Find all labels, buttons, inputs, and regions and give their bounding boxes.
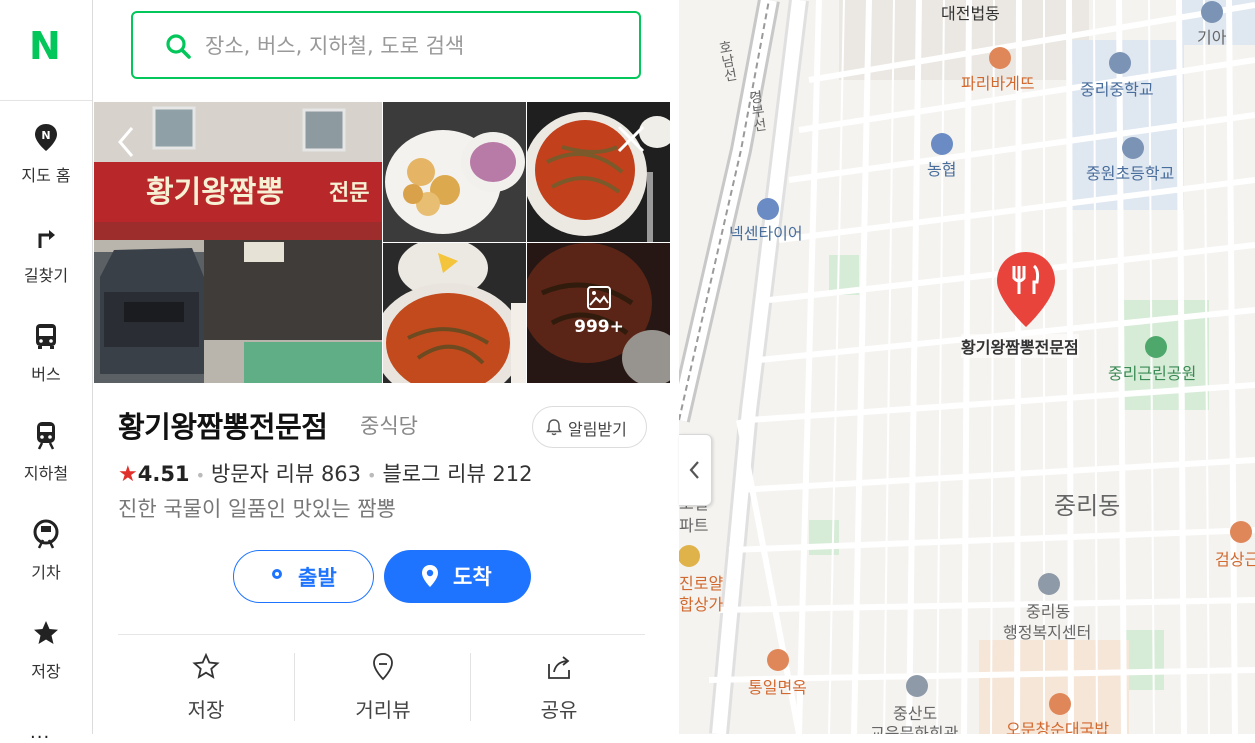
chevron-left-icon[interactable] — [110, 122, 140, 162]
bell-icon — [546, 419, 562, 436]
search-input[interactable] — [203, 27, 617, 65]
star-outline-icon — [192, 652, 220, 679]
place-panel: 황기왕짬뽕 전문 — [93, 0, 679, 734]
street-view-label: 거리뷰 — [355, 698, 411, 722]
place-category: 중식당 — [360, 414, 418, 438]
arrive-button[interactable]: 도착 — [384, 550, 531, 603]
image-icon — [587, 286, 611, 310]
left-rail: N N 지도 홈 길찾기 버스 지하철 기차 저장 ... — [0, 0, 93, 743]
map-label[interactable]: 행정복지센터 — [1003, 619, 1091, 643]
more-photos-overlay[interactable]: 999+ — [527, 242, 670, 382]
rail-label: 지도 홈 — [21, 166, 71, 185]
map-label[interactable]: 교육문화회관 — [870, 720, 958, 734]
food-photo[interactable] — [383, 102, 526, 242]
more-icon[interactable]: ... — [30, 722, 50, 743]
share-label: 공유 — [540, 698, 578, 722]
origin-dot-icon — [272, 569, 282, 579]
collapse-panel-button[interactable] — [679, 434, 712, 506]
place-title: 황기왕짬뽕전문점 — [118, 410, 328, 444]
food-photo[interactable] — [383, 243, 526, 383]
location-pin-icon — [422, 565, 438, 587]
rail-label: 버스 — [31, 365, 61, 384]
search-box[interactable] — [131, 11, 641, 79]
alert-button[interactable]: 알림받기 — [532, 406, 647, 448]
map-label: 합상가 — [679, 595, 724, 614]
map-label[interactable]: 농협 — [927, 156, 956, 180]
map-label[interactable]: 중리중학교 — [1080, 76, 1154, 100]
rating-row: ★4.51 • 방문자 리뷰 863 • 블로그 리뷰 212 — [118, 462, 533, 487]
rail-label: 길찾기 — [23, 266, 69, 285]
map-label: 기아 — [1197, 28, 1227, 47]
subway-icon — [37, 422, 55, 450]
rail-item-saved[interactable]: 저장 — [0, 618, 92, 708]
blog-reviews-link[interactable]: 블로그 리뷰 212 — [382, 462, 532, 486]
rail-label: 저장 — [31, 662, 61, 681]
search-icon — [166, 34, 191, 59]
photo-gallery[interactable]: 황기왕짬뽕 전문 999+ — [94, 102, 670, 383]
naver-logo[interactable]: N — [0, 0, 92, 101]
rail-item-map-home[interactable]: N 지도 홈 — [0, 122, 92, 212]
save-button[interactable]: 저장 — [118, 652, 294, 732]
rail-item-directions[interactable]: 길찾기 — [0, 222, 92, 312]
food-photo[interactable] — [527, 102, 670, 242]
directions-icon — [38, 230, 55, 248]
map-label[interactable]: 중원초등학교 — [1086, 160, 1174, 184]
svg-text:N: N — [41, 129, 50, 142]
street-view-icon — [373, 653, 393, 681]
map-home-icon: N — [35, 124, 57, 151]
visitor-reviews-link[interactable]: 방문자 리뷰 863 — [211, 462, 361, 486]
start-label: 출발 — [298, 566, 337, 590]
rail-item-train[interactable]: 기차 — [0, 519, 92, 609]
train-icon — [33, 519, 59, 549]
rating-score: 4.51 — [137, 462, 190, 486]
divider — [118, 634, 645, 635]
photo-count: 999+ — [574, 317, 624, 337]
rail-label: 기차 — [31, 563, 61, 582]
place-description: 진한 국물이 일품인 맛있는 짬뽕 — [118, 497, 396, 521]
svg-text:황기왕짬뽕: 황기왕짬뽕 — [146, 175, 284, 210]
svg-text:전문: 전문 — [329, 181, 369, 206]
street-view-button[interactable]: 거리뷰 — [295, 652, 471, 732]
start-button[interactable]: 출발 — [233, 550, 374, 603]
map-label[interactable]: 검상근 — [1215, 546, 1255, 570]
close-icon[interactable] — [616, 124, 646, 154]
alert-label: 알림받기 — [568, 420, 627, 439]
bus-icon — [36, 324, 56, 349]
share-button[interactable]: 공유 — [471, 652, 647, 732]
star-icon — [34, 621, 58, 644]
map-label[interactable]: 넥센타이어 — [729, 220, 803, 244]
map-label[interactable]: 중리근린공원 — [1108, 360, 1196, 384]
map-canvas[interactable]: 대전법동 기아 파리바게뜨 중리중학교 농협 중원초등학교 넥센타이어 경부선 … — [679, 0, 1255, 734]
logo-text: N — [29, 24, 61, 68]
rail-item-bus[interactable]: 버스 — [0, 321, 92, 411]
map-label: 파트 — [679, 516, 709, 535]
map-label[interactable]: 통일면옥 — [748, 674, 807, 698]
chevron-left-icon — [689, 461, 699, 479]
rail-label: 지하철 — [23, 464, 69, 483]
map-label[interactable]: 오문창순대국밥 — [1006, 716, 1109, 734]
map-label[interactable]: 파리바게뜨 — [961, 70, 1035, 94]
save-label: 저장 — [187, 698, 225, 722]
rating-star-icon: ★ — [118, 462, 138, 487]
map-label: 중리동 — [1054, 492, 1121, 520]
marker-label[interactable]: 황기왕짬뽕전문점 — [961, 334, 1079, 358]
rail-item-subway[interactable]: 지하철 — [0, 420, 92, 510]
arrive-label: 도착 — [453, 565, 492, 589]
map-label: 대전법동 — [941, 4, 1000, 23]
share-icon — [548, 656, 570, 679]
